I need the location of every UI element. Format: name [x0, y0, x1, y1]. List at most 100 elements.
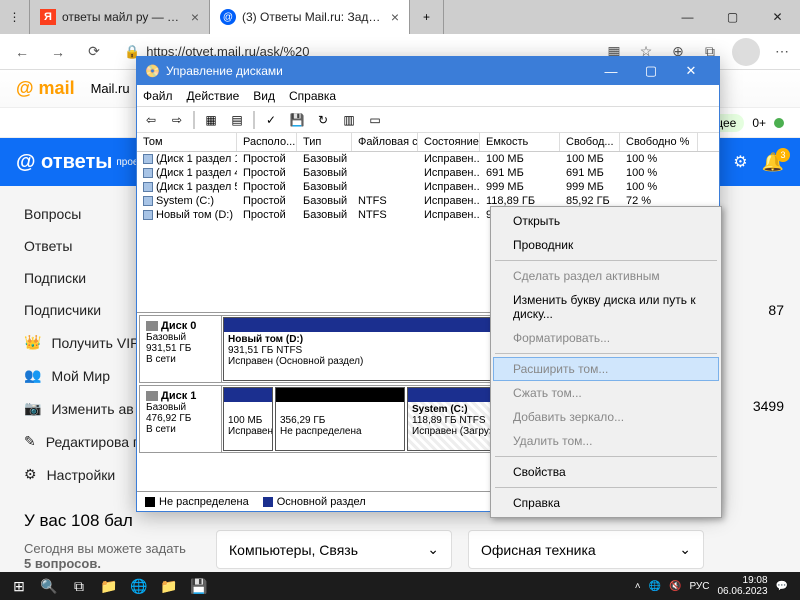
partition-unalloc[interactable]: 356,29 ГБНе распределена [275, 387, 405, 451]
close-button[interactable]: ✕ [755, 0, 800, 34]
table-row[interactable]: (Диск 1 раздел 4)ПростойБазовыйИсправен.… [137, 166, 719, 180]
chevron-down-icon: ⌄ [679, 541, 691, 558]
dot-icon [774, 118, 784, 128]
col-fs[interactable]: Файловая с... [352, 133, 418, 151]
new-tab-button[interactable]: + [410, 0, 444, 34]
ctx-open[interactable]: Открыть [493, 209, 719, 233]
minimize-button[interactable]: — [665, 0, 710, 34]
ctx-active: Сделать раздел активным [493, 264, 719, 288]
refresh-button[interactable]: ⟳ [80, 38, 108, 66]
tray-chevron-icon[interactable]: ˄ [635, 581, 641, 592]
separator [495, 260, 717, 261]
profile-avatar[interactable] [732, 38, 760, 66]
diskmgmt-icon[interactable]: 💾 [184, 572, 214, 600]
language-indicator[interactable]: РУС [689, 581, 709, 592]
notifications-icon[interactable]: 💬 [776, 581, 788, 592]
menu-action[interactable]: Действие [187, 89, 240, 103]
separator [253, 111, 255, 129]
category-select[interactable]: Компьютеры, Связь⌄ [216, 530, 452, 569]
close-icon[interactable]: × [191, 9, 199, 25]
maximize-button[interactable]: ▢ [710, 0, 755, 34]
separator [495, 353, 717, 354]
context-menu: Открыть Проводник Сделать раздел активны… [490, 206, 722, 518]
partition-header [224, 388, 272, 402]
refresh-icon[interactable]: ↻ [313, 110, 333, 130]
menu-icon[interactable]: ⋯ [772, 42, 792, 62]
close-button[interactable]: ✕ [671, 57, 711, 85]
stat-2: 3499 [720, 398, 784, 414]
today-text: Сегодня вы можете задать [24, 541, 200, 556]
ctx-explorer[interactable]: Проводник [493, 233, 719, 257]
edge-icon[interactable]: 🌐 [124, 572, 154, 600]
partition-1[interactable]: 100 МБИсправен [223, 387, 273, 451]
ctx-shrink: Сжать том... [493, 381, 719, 405]
close-icon[interactable]: × [391, 9, 399, 25]
window-titlebar[interactable]: 📀 Управление дисками — ▢ ✕ [137, 57, 719, 85]
col-layout[interactable]: Располо... [237, 133, 297, 151]
explorer-icon[interactable]: 📁 [94, 572, 124, 600]
age-badge: 0+ [752, 116, 766, 130]
table-header-row: Том Располо... Тип Файловая с... Состоян… [137, 133, 719, 152]
mail-logo[interactable]: @ mail [16, 78, 75, 99]
props-icon[interactable]: ▭ [365, 110, 385, 130]
col-capacity[interactable]: Емкость [480, 133, 560, 151]
col-freepct[interactable]: Свободно % [620, 133, 698, 151]
tab-prev[interactable]: ⋮ [0, 0, 30, 34]
network-icon[interactable]: 🌐 [649, 581, 661, 592]
list-icon[interactable]: ▥ [339, 110, 359, 130]
tab-title: ответы майл ру — Яндекс: наш [62, 10, 185, 24]
table-row[interactable]: (Диск 1 раздел 1)ПростойБазовыйИсправен.… [137, 152, 719, 166]
tab-mail[interactable]: @ (3) Ответы Mail.ru: Задать вопр × [210, 0, 410, 34]
checkmark-icon[interactable]: ✓ [261, 110, 281, 130]
ctx-extend: Расширить том... [493, 357, 719, 381]
ctx-props[interactable]: Свойства [493, 460, 719, 484]
bell-icon[interactable]: 🔔3 [762, 152, 784, 173]
app-icon[interactable]: 📁 [154, 572, 184, 600]
menu-help[interactable]: Справка [289, 89, 336, 103]
maximize-button[interactable]: ▢ [631, 57, 671, 85]
window-title: Управление дисками [166, 64, 283, 78]
forward-button[interactable]: → [44, 38, 72, 66]
stat-1: 87 [720, 302, 784, 318]
answers-logo[interactable]: @ ответы [16, 151, 112, 174]
col-volume[interactable]: Том [137, 133, 237, 151]
subcategory-select[interactable]: Офисная техника⌄ [468, 530, 704, 569]
ctx-delete: Удалить том... [493, 429, 719, 453]
ctx-help[interactable]: Справка [493, 491, 719, 515]
table-row[interactable]: (Диск 1 раздел 5)ПростойБазовыйИсправен.… [137, 180, 719, 194]
views-icon[interactable]: ▦ [201, 110, 221, 130]
settings-icon[interactable]: ⚙ [733, 152, 747, 172]
ctx-mirror: Добавить зеркало... [493, 405, 719, 429]
contacts-icon: 👥 [24, 367, 41, 384]
col-type[interactable]: Тип [297, 133, 352, 151]
legend-swatch [145, 497, 155, 507]
ctx-letter[interactable]: Изменить букву диска или путь к диску... [493, 288, 719, 326]
disk-icon [146, 321, 158, 331]
toolbar: ⇦ ⇨ ▦ ▤ ✓ 💾 ↻ ▥ ▭ [137, 107, 719, 133]
minimize-button[interactable]: — [591, 57, 631, 85]
menu-file[interactable]: Файл [143, 89, 173, 103]
back-icon[interactable]: ⇦ [141, 110, 161, 130]
search-icon[interactable]: 🔍 [34, 572, 64, 600]
right-column: 87 3499 [720, 186, 800, 585]
disk-icon[interactable]: 💾 [287, 110, 307, 130]
separator [495, 487, 717, 488]
back-button[interactable]: ← [8, 38, 36, 66]
forward-icon[interactable]: ⇨ [167, 110, 187, 130]
col-status[interactable]: Состояние [418, 133, 480, 151]
col-free[interactable]: Свобод... [560, 133, 620, 151]
views-icon[interactable]: ▤ [227, 110, 247, 130]
separator [193, 111, 195, 129]
clock[interactable]: 19:0806.06.2023 [717, 575, 767, 597]
menu-view[interactable]: Вид [253, 89, 275, 103]
tab-yandex[interactable]: Я ответы майл ру — Яндекс: наш × [30, 0, 210, 34]
volume-icon[interactable]: 🔇 [669, 581, 681, 592]
tab-title: (3) Ответы Mail.ru: Задать вопр [242, 10, 385, 24]
mailru-link[interactable]: Mail.ru [91, 81, 130, 96]
disk-label: Диск 0 Базовый 931,51 ГБ В сети [140, 316, 222, 382]
taskview-icon[interactable]: ⧉ [64, 572, 94, 600]
chevron-down-icon: ⌄ [427, 541, 439, 558]
partition-header [276, 388, 404, 402]
start-button[interactable]: ⊞ [4, 572, 34, 600]
crown-icon: 👑 [24, 334, 41, 351]
